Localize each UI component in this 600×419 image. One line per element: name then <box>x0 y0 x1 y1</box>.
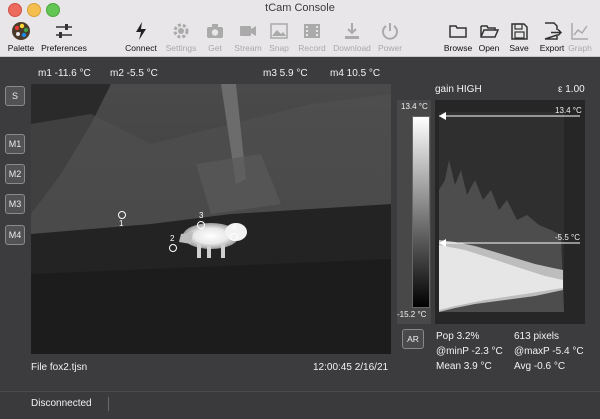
marker-2[interactable] <box>169 244 177 252</box>
stat-pixels: 613 pixels <box>514 331 560 342</box>
marker-4-readout: m4 10.5 °C <box>330 68 381 79</box>
timestamp: 12:00:45 2/16/21 <box>313 362 389 373</box>
graph-label: Graph <box>568 43 592 53</box>
download-icon <box>345 23 359 39</box>
window-title: tCam Console <box>265 2 335 14</box>
marker-2-readout: m2 -5.5 °C <box>110 68 158 79</box>
file-name: File fox2.tjsn <box>31 362 88 373</box>
colorbar-min: -15.2 °C <box>397 310 427 319</box>
color-bar: 13.4 °C -15.2 °C <box>397 100 431 324</box>
marker-4-label: 4 <box>232 223 237 232</box>
stat-avg: Avg -0.6 °C <box>514 361 566 372</box>
marker-4[interactable] <box>230 233 238 241</box>
film-icon <box>304 24 320 38</box>
marker-2-button[interactable]: M2 <box>5 164 25 184</box>
toolbar: Palette Preferences Connect Settings Get <box>0 18 600 57</box>
gear-icon <box>173 23 189 39</box>
histogram[interactable]: 13.4 °C -5.5 °C <box>435 100 585 324</box>
stat-pop: Pop 3.2% <box>436 331 480 342</box>
thermal-scene <box>31 84 391 354</box>
marker-1-readout: m1 -11.6 °C <box>38 68 91 79</box>
status-divider <box>108 397 109 411</box>
graph-button[interactable]: Graph <box>558 20 600 53</box>
histogram-upper-label: 13.4 °C <box>555 106 582 115</box>
stat-minp: @minP -2.3 °C <box>436 346 503 357</box>
ar-button[interactable]: AR <box>402 329 424 349</box>
marker-1-button[interactable]: M1 <box>5 134 25 154</box>
sliders-icon <box>56 24 72 38</box>
power-label: Power <box>377 43 403 53</box>
thermal-image[interactable]: 1 2 3 4 <box>31 84 391 354</box>
marker-3-button[interactable]: M3 <box>5 194 25 214</box>
marker-2-label: 2 <box>170 234 175 243</box>
title-bar: tCam Console <box>0 0 600 18</box>
marker-4-button[interactable]: M4 <box>5 225 25 245</box>
gain-label: gain HIGH <box>435 84 482 95</box>
marker-3-readout: m3 5.9 °C <box>263 68 308 79</box>
marker-3[interactable] <box>197 221 205 229</box>
histogram-lower-label: -5.5 °C <box>555 233 580 242</box>
stat-mean: Mean 3.9 °C <box>436 361 492 372</box>
preferences-button[interactable]: Preferences <box>38 20 90 53</box>
histogram-graph <box>439 112 580 312</box>
marker-1[interactable] <box>118 211 126 219</box>
colorbar-gradient <box>412 116 430 308</box>
spot-button[interactable]: S <box>5 86 25 106</box>
marker-3-label: 3 <box>199 211 204 220</box>
lightning-icon <box>136 22 146 40</box>
power-button[interactable]: Power <box>365 20 415 53</box>
stat-maxp: @maxP -5.4 °C <box>514 346 584 357</box>
preferences-label: Preferences <box>41 43 87 53</box>
palette-icon <box>12 22 30 40</box>
emissivity-label: ε 1.00 <box>558 84 585 95</box>
colorbar-max: 13.4 °C <box>401 102 428 111</box>
status-bar: Disconnected <box>0 391 600 419</box>
connection-status: Disconnected <box>31 398 92 409</box>
power-icon <box>382 23 398 40</box>
chart-icon <box>571 23 588 40</box>
marker-1-label: 1 <box>119 219 124 228</box>
